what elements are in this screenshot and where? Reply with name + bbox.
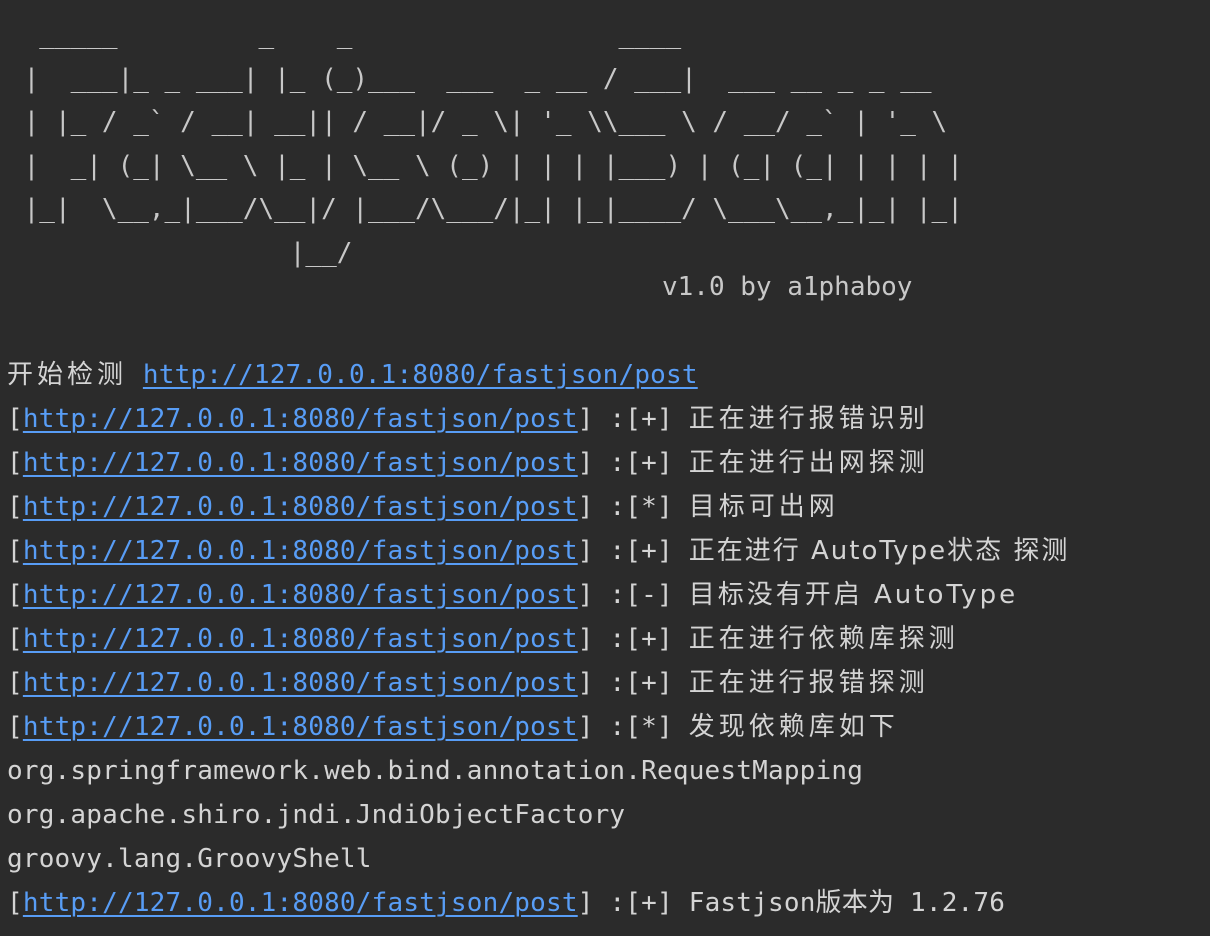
bracket-close: ] (577, 668, 594, 698)
ascii-banner: _____ _ _ ____ | ___|_ _ ___| |_ (_)___ … (23, 20, 963, 268)
log-tag: :[*] (593, 712, 689, 742)
log-tag: :[+] (593, 404, 689, 434)
bracket-open: [ (7, 668, 23, 698)
version-label: v1.0 by a1phaboy (662, 272, 913, 302)
url-link[interactable]: http://127.0.0.1:8080/fastjson/post (23, 624, 578, 654)
log-output: 开始检测 http://127.0.0.1:8080/fastjson/post… (7, 353, 1207, 925)
log-line: [http://127.0.0.1:8080/fastjson/post] :[… (7, 573, 1207, 617)
start-line: 开始检测 http://127.0.0.1:8080/fastjson/post (7, 353, 1207, 397)
bracket-close: ] (577, 580, 594, 610)
log-tag: :[+] (593, 888, 689, 918)
bracket-open: [ (7, 492, 23, 522)
dependency-line: org.apache.shiro.jndi.JndiObjectFactory (7, 800, 626, 830)
url-link[interactable]: http://127.0.0.1:8080/fastjson/post (23, 536, 578, 566)
log-message: 正在进行依赖库探测 (688, 624, 959, 654)
url-link[interactable]: http://127.0.0.1:8080/fastjson/post (23, 888, 578, 918)
log-message: 正在进行报错探测 (688, 668, 929, 698)
url-link[interactable]: http://127.0.0.1:8080/fastjson/post (23, 668, 578, 698)
bracket-close: ] (577, 404, 594, 434)
log-line: [http://127.0.0.1:8080/fastjson/post] :[… (7, 529, 1207, 573)
log-message: 正在进行出网探测 (688, 448, 929, 478)
log-tag: :[-] (593, 580, 689, 610)
log-message: 正在进行 AutoType状态 探测 (688, 536, 1070, 566)
log-line: [http://127.0.0.1:8080/fastjson/post] :[… (7, 441, 1207, 485)
bracket-close: ] (577, 712, 594, 742)
bracket-open: [ (7, 448, 23, 478)
log-line-version: [http://127.0.0.1:8080/fastjson/post] :[… (7, 881, 1207, 925)
log-line: [http://127.0.0.1:8080/fastjson/post] :[… (7, 705, 1207, 749)
bracket-open: [ (7, 580, 23, 610)
url-link[interactable]: http://127.0.0.1:8080/fastjson/post (23, 712, 578, 742)
dependency-line: org.springframework.web.bind.annotation.… (7, 756, 864, 786)
log-message: Fastjson版本为 1.2.76 (688, 888, 1006, 918)
url-link[interactable]: http://127.0.0.1:8080/fastjson/post (23, 404, 578, 434)
log-tag: :[+] (593, 536, 689, 566)
log-tag: :[+] (593, 668, 689, 698)
log-line: [http://127.0.0.1:8080/fastjson/post] :[… (7, 661, 1207, 705)
bracket-open: [ (7, 536, 23, 566)
url-link[interactable]: http://127.0.0.1:8080/fastjson/post (23, 492, 578, 522)
log-message: 目标可出网 (688, 492, 839, 522)
log-line: [http://127.0.0.1:8080/fastjson/post] :[… (7, 397, 1207, 441)
log-message: 发现依赖库如下 (688, 712, 899, 742)
bracket-open: [ (7, 888, 23, 918)
bracket-open: [ (7, 624, 23, 654)
bracket-close: ] (577, 624, 594, 654)
log-message: 正在进行报错识别 (688, 404, 929, 434)
bracket-close: ] (577, 536, 594, 566)
start-label: 开始检测 (7, 360, 128, 390)
url-link[interactable]: http://127.0.0.1:8080/fastjson/post (23, 448, 578, 478)
log-tag: :[+] (593, 624, 689, 654)
bracket-open: [ (7, 712, 23, 742)
url-link[interactable]: http://127.0.0.1:8080/fastjson/post (23, 580, 578, 610)
bracket-close: ] (577, 492, 594, 522)
bracket-close: ] (577, 888, 594, 918)
bracket-close: ] (577, 448, 594, 478)
log-line: [http://127.0.0.1:8080/fastjson/post] :[… (7, 485, 1207, 529)
log-tag: :[+] (593, 448, 689, 478)
dependency-line: groovy.lang.GroovyShell (7, 844, 372, 874)
start-url-link[interactable]: http://127.0.0.1:8080/fastjson/post (143, 360, 698, 390)
log-tag: :[*] (593, 492, 689, 522)
log-line: [http://127.0.0.1:8080/fastjson/post] :[… (7, 617, 1207, 661)
terminal-output: _____ _ _ ____ | ___|_ _ ___| |_ (_)___ … (0, 0, 1210, 936)
bracket-open: [ (7, 404, 23, 434)
log-message: 目标没有开启 AutoType (688, 580, 1019, 610)
